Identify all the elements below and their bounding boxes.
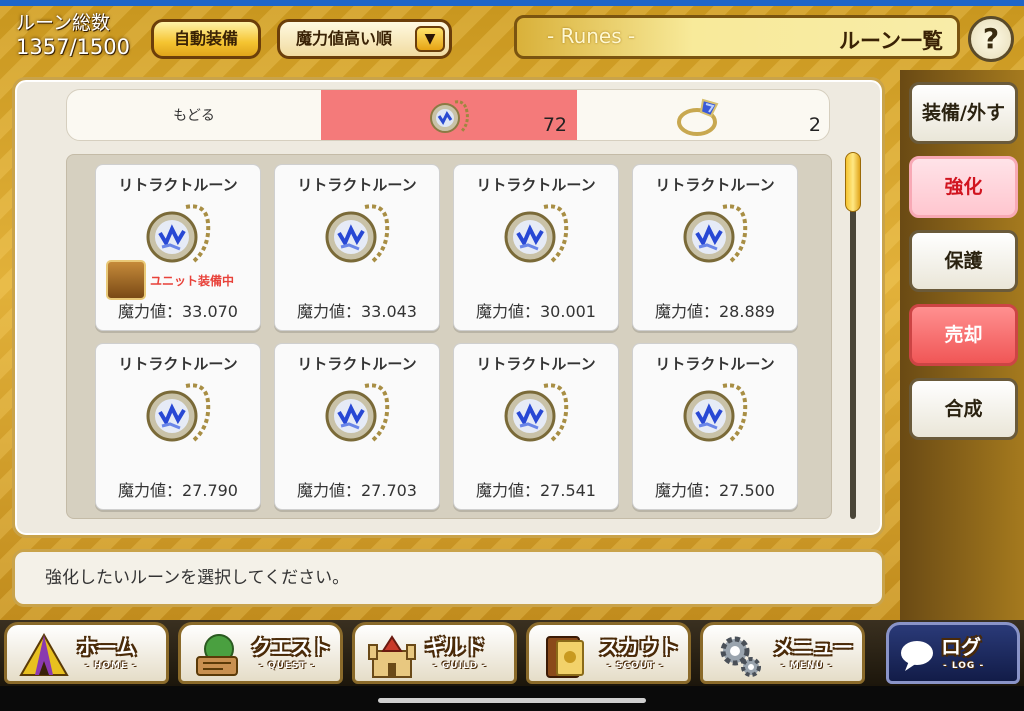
rune-power: 魔力値：33.043 <box>297 302 417 321</box>
guild-castle-icon <box>368 635 416 678</box>
sort-label: 魔力値高い順 <box>296 29 393 48</box>
nav-menu-label: メニュー <box>773 635 853 659</box>
nav-home[interactable]: ホーム - HOME - <box>4 622 169 684</box>
nav-home-label: ホーム <box>77 635 137 659</box>
rune-power: 魔力値：28.889 <box>655 302 775 321</box>
rune-power: 魔力値：33.070 <box>118 302 238 321</box>
rune-count-value: 1357/1500 <box>16 35 130 59</box>
page-title-bar: - Runes - ルーン一覧 <box>514 15 960 59</box>
rune-card[interactable]: リトラクトルーン 魔力値：27.541 <box>453 343 619 510</box>
nav-scout-sub: - SCOUT - <box>607 661 664 671</box>
rune-name: リトラクトルーン <box>297 176 417 194</box>
enhance-button[interactable]: 強化 <box>909 156 1018 218</box>
nav-quest[interactable]: クエスト - QUEST - <box>178 622 343 684</box>
nav-log[interactable]: ログ - LOG - <box>886 622 1020 684</box>
page-subtitle: - Runes - <box>547 24 636 48</box>
pendant-rune-icon <box>677 378 755 452</box>
nav-quest-label: クエスト <box>251 635 331 659</box>
pendant-rune-icon <box>319 199 397 273</box>
rune-count-label: ルーン総数 <box>16 12 111 34</box>
back-tab[interactable]: もどる <box>67 90 321 140</box>
chevron-down-icon[interactable]: ▼ <box>415 26 445 52</box>
ring-count: 2 <box>808 114 821 136</box>
rune-card[interactable]: リトラクトルーン 魔力値：27.703 <box>274 343 440 510</box>
nav-scout-label: スカウト <box>599 635 679 659</box>
tab-ring-runes[interactable]: 2 <box>577 90 829 140</box>
rune-card[interactable]: リトラクトルーン 魔力値：27.790 <box>95 343 261 510</box>
rune-card[interactable]: リトラクトルーン 魔力値：33.043 <box>274 164 440 331</box>
quest-map-icon <box>196 634 238 676</box>
rune-card[interactable]: リトラクトルーン 魔力値：27.500 <box>632 343 798 510</box>
pendant-count: 72 <box>542 114 567 136</box>
rune-tabs: もどる 72 2 <box>66 89 830 141</box>
rune-card[interactable]: リトラクトルーン 魔力値：28.889 <box>632 164 798 331</box>
rune-power: 魔力値：27.541 <box>476 481 596 500</box>
rune-name: リトラクトルーン <box>655 355 775 373</box>
rune-card[interactable]: リトラクトルーン 魔力値：30.001 <box>453 164 619 331</box>
tab-pendant-runes[interactable]: 72 <box>321 90 577 140</box>
rune-name: リトラクトルーン <box>655 176 775 194</box>
unit-avatar <box>106 260 146 300</box>
sell-button[interactable]: 売却 <box>909 304 1018 366</box>
nav-quest-sub: - QUEST - <box>259 661 316 671</box>
log-speech-icon <box>901 641 933 671</box>
nav-menu[interactable]: メニュー - MENU - <box>700 622 865 684</box>
rune-power: 魔力値：27.703 <box>297 481 417 500</box>
ring-rune-icon <box>677 98 719 136</box>
pendant-rune-icon <box>677 199 755 273</box>
pendant-rune-icon <box>498 378 576 452</box>
status-strip <box>0 0 1024 6</box>
menu-gear-icon <box>720 636 761 677</box>
rune-power: 魔力値：27.500 <box>655 481 775 500</box>
rune-count: ルーン総数 1357/1500 <box>16 12 130 60</box>
protect-button[interactable]: 保護 <box>909 230 1018 292</box>
nav-home-sub: - HOME - <box>85 661 138 671</box>
rune-power: 魔力値：27.790 <box>118 481 238 500</box>
auto-equip-button[interactable]: 自動装備 <box>151 19 261 59</box>
scout-book-icon <box>546 636 584 678</box>
equipped-label: ユニット装備中 <box>150 274 235 288</box>
pendant-rune-icon <box>140 378 218 452</box>
synthesize-button[interactable]: 合成 <box>909 378 1018 440</box>
pendant-rune-icon <box>430 100 469 134</box>
home-tent-icon <box>19 632 69 676</box>
page-title: ルーン一覧 <box>839 29 943 53</box>
equip-toggle-button[interactable]: 装備/外す <box>909 82 1018 144</box>
rune-name: リトラクトルーン <box>476 176 596 194</box>
rune-name: リトラクトルーン <box>297 355 417 373</box>
rune-card[interactable]: リトラクトルーンユニット装備中魔力値：33.070 <box>95 164 261 331</box>
sort-dropdown[interactable]: 魔力値高い順 ▼ <box>277 19 452 59</box>
nav-log-label: ログ <box>941 635 981 659</box>
nav-guild-sub: - GUILD - <box>433 661 487 671</box>
pendant-rune-icon <box>319 378 397 452</box>
instruction-message: 強化したいルーンを選択してください。 <box>12 549 885 607</box>
rune-name: リトラクトルーン <box>118 176 238 194</box>
nav-guild[interactable]: ギルド - GUILD - <box>352 622 517 684</box>
pendant-rune-icon <box>498 199 576 273</box>
nav-scout[interactable]: スカウト - SCOUT - <box>526 622 691 684</box>
rune-power: 魔力値：30.001 <box>476 302 596 321</box>
rune-name: リトラクトルーン <box>476 355 596 373</box>
scrollbar-thumb[interactable] <box>845 152 861 212</box>
home-indicator[interactable] <box>378 698 646 703</box>
pendant-rune-icon <box>140 199 218 273</box>
nav-guild-label: ギルド <box>425 635 485 659</box>
help-button[interactable]: ? <box>968 16 1014 62</box>
nav-menu-sub: - MENU - <box>781 661 833 671</box>
nav-log-sub: - LOG - <box>943 661 985 671</box>
rune-name: リトラクトルーン <box>118 355 238 373</box>
